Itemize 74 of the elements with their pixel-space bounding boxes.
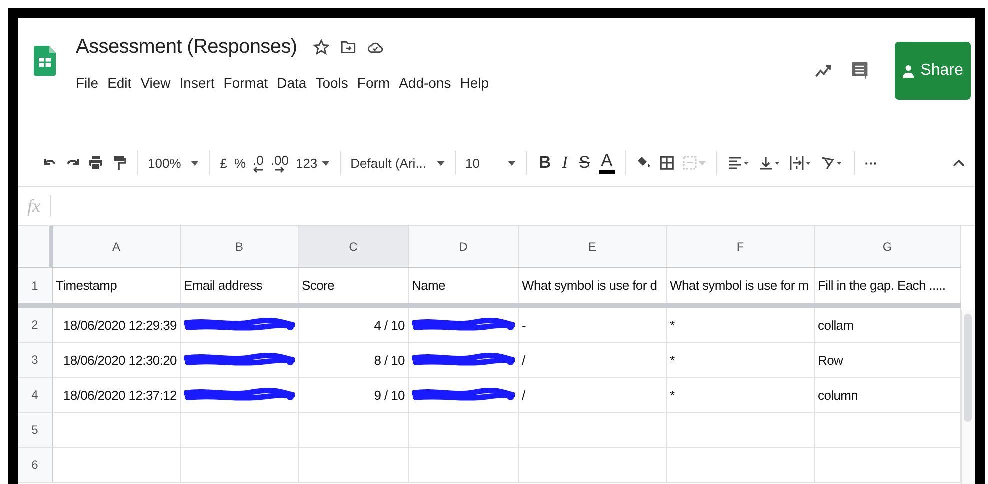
menu-item[interactable]: Data [277,75,307,91]
table-cell: - [522,318,526,332]
row-header[interactable]: 4 [18,378,53,412]
table-cell: What symbol is use for d [522,278,658,293]
table-cell: 9 / 10 [374,388,405,402]
table-cell: 18/06/2020 12:30:20 [63,352,177,368]
table-cell: 18/06/2020 12:29:39 [63,318,177,332]
table-cell: * [670,388,675,402]
vertical-align-icon[interactable] [758,155,782,171]
menu-item[interactable]: Insert [180,75,215,91]
table-cell: / [522,352,526,368]
row-header[interactable]: 3 [18,343,53,377]
italic-button[interactable]: I [560,153,570,173]
paint-format-icon[interactable] [111,155,127,171]
right-arrow-icon [274,166,285,172]
row-header[interactable]: 2 [18,308,53,342]
bold-button[interactable]: B [537,153,554,173]
person-icon [902,64,916,78]
menu-item[interactable]: View [140,75,171,91]
menu-item[interactable]: Help [460,75,490,91]
percent-button[interactable]: % [234,156,246,170]
zoom-dropdown[interactable]: 100% [148,156,200,170]
table-cell: 18/06/2020 12:37:12 [63,388,177,402]
formula-label: fx [26,196,42,216]
currency-button[interactable]: £ [220,156,228,170]
menu-item[interactable]: Format [224,75,268,91]
table-cell: Score [302,278,334,293]
decrease-decimals-button[interactable]: .0 [253,154,264,172]
share-button[interactable]: Share [895,42,971,100]
table-cell: * [670,318,675,332]
sheets-logo-icon[interactable] [34,46,56,76]
table-cell: What symbol is use for m [670,278,809,293]
caret-icon [436,160,445,166]
table-cell: 4 / 10 [374,318,405,332]
menu-item[interactable]: Add-ons [399,75,452,91]
number-format-dropdown[interactable]: 123 [296,156,330,170]
merge-cells-icon[interactable] [682,155,706,171]
table-cell: Name [412,278,446,293]
row-header[interactable]: 1 [18,268,53,303]
text-wrap-icon[interactable] [788,155,813,171]
row-header[interactable]: 6 [18,448,53,482]
text-color-button[interactable]: A [599,152,615,174]
menu-item[interactable]: Edit [108,75,132,91]
align-icon[interactable] [726,155,751,171]
more-button[interactable]: ⋯ [864,156,878,170]
left-arrow-icon [253,166,264,172]
font-size-dropdown[interactable]: 10 [466,156,516,170]
caret-icon [508,160,516,166]
vertical-scrollbar[interactable] [961,310,974,484]
table-cell: 8 / 10 [374,352,405,368]
row-header[interactable]: 5 [18,413,53,447]
font-dropdown[interactable]: Default (Ari... [350,156,445,170]
caret-icon [322,160,330,166]
menu-item[interactable]: File [76,75,99,91]
table-cell: Fill in the gap. Each ..... [818,278,946,293]
menu-item[interactable]: Tools [316,75,348,91]
column-header[interactable]: C [299,226,409,267]
borders-icon[interactable] [658,155,675,171]
star-icon[interactable] [313,39,330,56]
table-cell: / [522,388,526,402]
table-cell: column [818,388,858,402]
table-cell: Row [818,352,844,368]
print-icon[interactable] [88,155,104,171]
caret-icon [191,160,200,166]
document-title[interactable]: Assessment (Responses) [76,36,298,59]
menu-item[interactable]: Form [357,75,390,91]
folder-icon[interactable] [340,39,358,56]
table-cell: Timestamp [56,278,118,293]
table-cell: * [670,352,675,368]
table-cell: collam [818,318,854,332]
text-rotation-icon[interactable] [820,155,844,171]
table-cell: Email address [184,278,262,293]
strikethrough-button[interactable]: S [576,153,592,173]
increase-decimals-button[interactable]: .00 [270,154,289,172]
